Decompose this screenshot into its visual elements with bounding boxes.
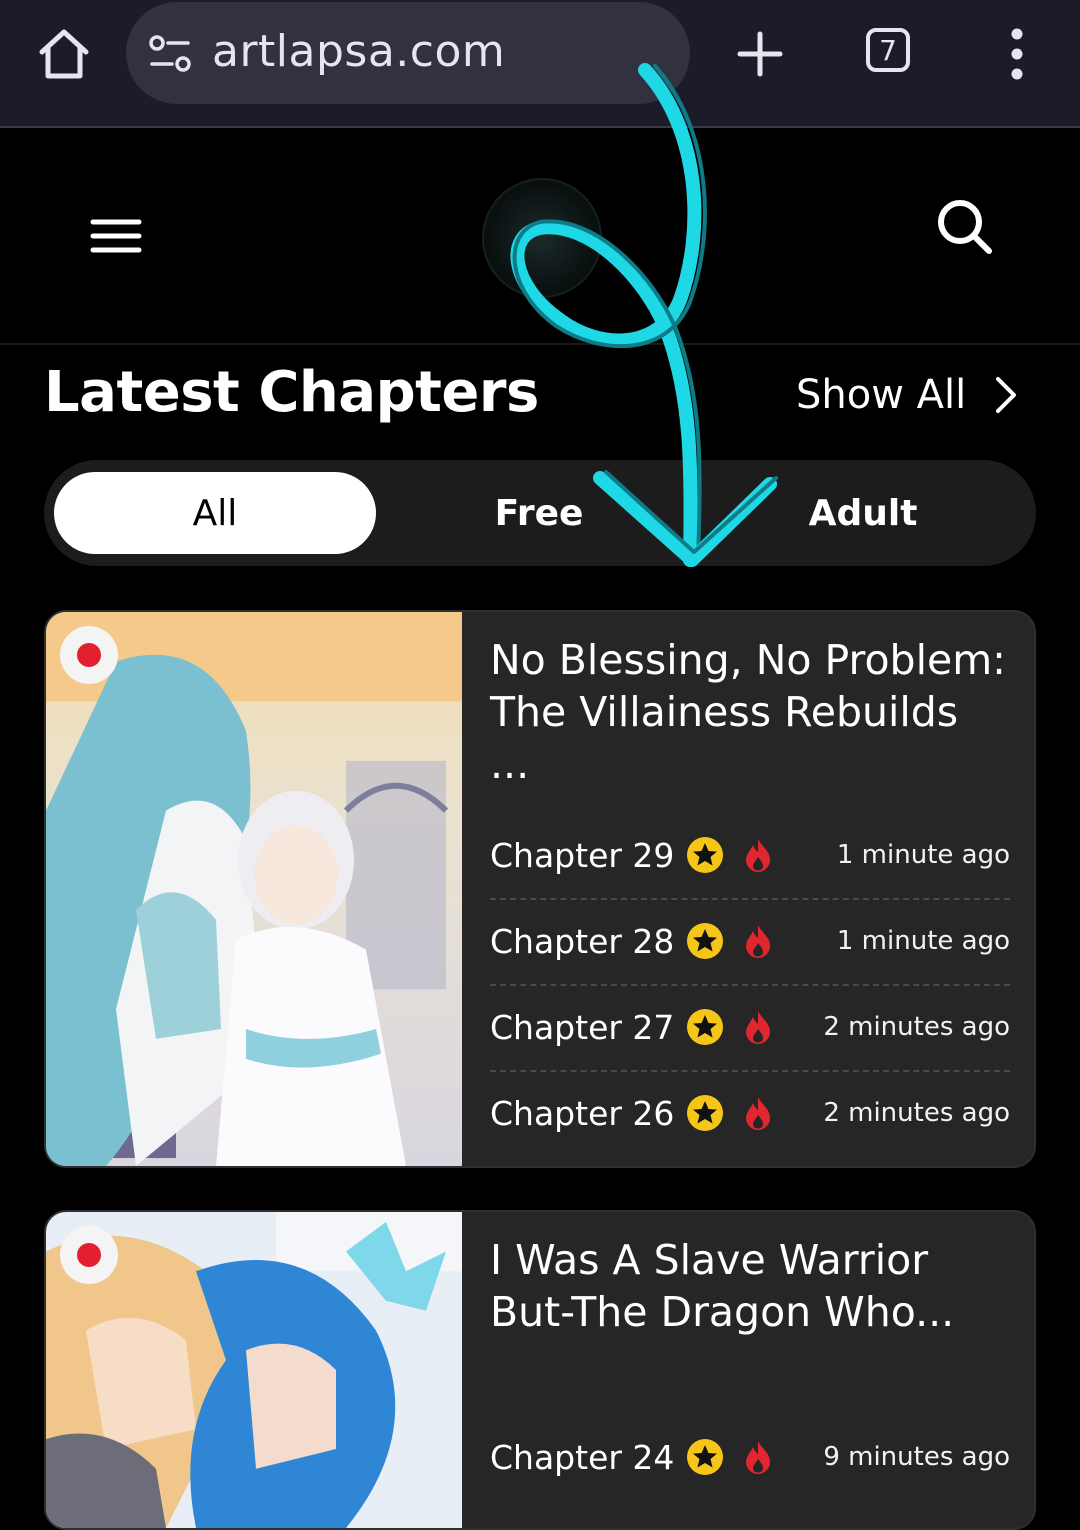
tab-free[interactable]: Free <box>378 472 700 554</box>
url-text[interactable]: artlapsa.com <box>212 26 505 77</box>
chapter-label[interactable]: Chapter 29 <box>490 836 682 875</box>
more-menu-icon[interactable] <box>1004 28 1030 80</box>
chapter-time: 2 minutes ago <box>823 1012 1010 1042</box>
tab-adult[interactable]: Adult <box>702 472 1024 554</box>
browser-toolbar: artlapsa.com 7 <box>0 0 1080 128</box>
star-icon <box>687 1009 723 1045</box>
chapter-time: 9 minutes ago <box>823 1442 1010 1472</box>
hot-badge <box>60 1226 118 1284</box>
chapter-row[interactable]: Chapter 29 1 minute ago <box>490 812 1010 900</box>
chevron-right-icon <box>996 377 1017 413</box>
chapter-row[interactable]: Chapter 28 1 minute ago <box>490 898 1010 986</box>
star-icon <box>687 1095 723 1131</box>
manga-cover-image[interactable] <box>46 1212 462 1528</box>
section-title: Latest Chapters <box>44 360 539 425</box>
search-icon[interactable] <box>934 196 994 256</box>
manga-card[interactable]: I Was A Slave Warrior But-The Dragon Who… <box>44 1210 1036 1530</box>
manga-cover-image[interactable] <box>46 612 462 1166</box>
site-settings-icon[interactable] <box>148 34 192 74</box>
tab-count: 7 <box>879 33 897 67</box>
chapter-time: 1 minute ago <box>836 926 1010 956</box>
hot-badge <box>60 626 118 684</box>
site-logo[interactable] <box>482 178 602 298</box>
star-icon <box>687 837 723 873</box>
manga-title[interactable]: No Blessing, No Problem: The Villainess … <box>490 634 1010 790</box>
home-icon[interactable] <box>36 26 92 82</box>
fire-icon <box>746 1441 770 1474</box>
filter-tabs: All Free Adult <box>44 460 1036 566</box>
fire-icon <box>746 1011 770 1044</box>
star-icon <box>687 1439 723 1475</box>
chapter-time: 1 minute ago <box>836 840 1010 870</box>
site-header <box>0 128 1080 345</box>
fire-icon <box>746 925 770 958</box>
manga-card[interactable]: No Blessing, No Problem: The Villainess … <box>44 610 1036 1168</box>
fire-icon <box>746 839 770 872</box>
show-all-label: Show All <box>796 372 967 418</box>
chapter-row[interactable]: Chapter 24 9 minutes ago <box>490 1414 1010 1500</box>
star-icon <box>687 923 723 959</box>
chapter-row[interactable]: Chapter 27 2 minutes ago <box>490 984 1010 1072</box>
address-bar[interactable]: artlapsa.com <box>126 2 690 104</box>
new-tab-plus-icon[interactable] <box>736 30 784 78</box>
chapter-label[interactable]: Chapter 27 <box>490 1008 682 1047</box>
show-all-link[interactable]: Show All <box>796 372 1018 418</box>
hamburger-menu-icon[interactable] <box>90 216 142 256</box>
chapter-label[interactable]: Chapter 28 <box>490 922 682 961</box>
fire-icon <box>746 1097 770 1130</box>
chapter-row[interactable]: Chapter 26 2 minutes ago <box>490 1070 1010 1156</box>
chapter-label[interactable]: Chapter 24 <box>490 1438 682 1477</box>
chapter-label[interactable]: Chapter 26 <box>490 1094 682 1133</box>
manga-title[interactable]: I Was A Slave Warrior But-The Dragon Who… <box>490 1234 1010 1338</box>
tab-switcher-button[interactable]: 7 <box>866 28 910 72</box>
chapter-time: 2 minutes ago <box>823 1098 1010 1128</box>
tab-all[interactable]: All <box>54 472 376 554</box>
